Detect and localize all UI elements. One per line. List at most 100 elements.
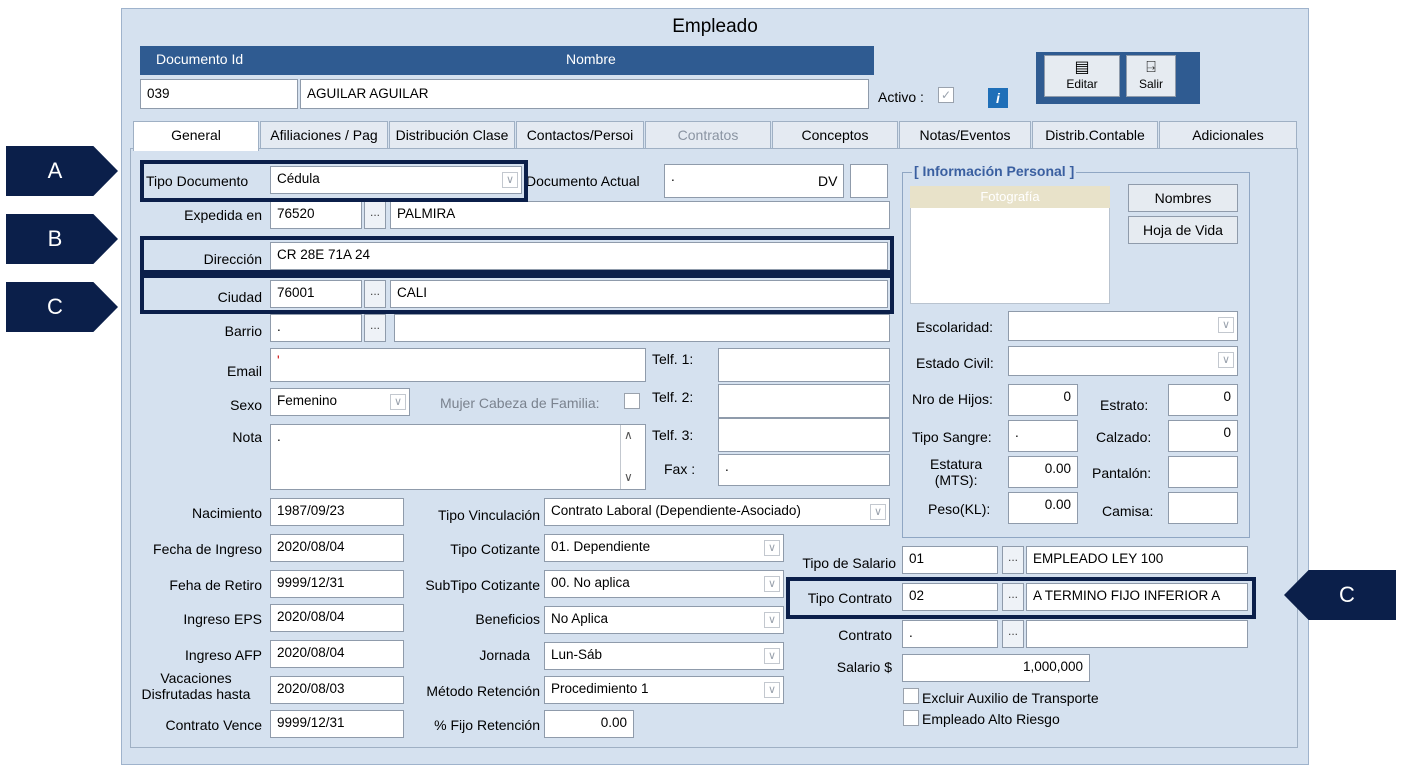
peso-field[interactable]: 0.00 (1008, 492, 1078, 524)
name-field[interactable]: AGUILAR AGUILAR (300, 79, 869, 109)
excluir-auxilio-label: Excluir Auxilio de Transporte (922, 690, 1099, 706)
barrio-name-field[interactable] (394, 314, 890, 342)
tipo-salario-lookup-button[interactable]: ... (1002, 546, 1024, 574)
nacimiento-field[interactable]: 1987/09/23 (270, 498, 404, 526)
nacimiento-label: Nacimiento (191, 505, 262, 521)
contrato-name[interactable] (1026, 620, 1248, 648)
contrato-vence-label: Contrato Vence (165, 717, 262, 733)
tab-general[interactable]: General (133, 121, 259, 151)
ingreso-eps-field[interactable]: 2020/08/04 (270, 604, 404, 632)
tab-contactos[interactable]: Contactos/Persoi (516, 121, 644, 149)
tipo-cotizante-select[interactable]: 01. Dependiente ∨ (544, 534, 784, 562)
callout-c-left: C (6, 282, 118, 332)
metodo-retencion-label: Método Retención (426, 683, 540, 699)
excluir-auxilio-checkbox[interactable] (903, 688, 919, 704)
exit-button[interactable]: ⍈ Salir (1126, 55, 1176, 97)
nota-label: Nota (232, 429, 262, 445)
nro-hijos-field[interactable]: 0 (1008, 384, 1078, 416)
fecha-ingreso-field[interactable]: 2020/08/04 (270, 534, 404, 562)
sexo-select[interactable]: Femenino ∨ (270, 388, 410, 416)
contrato-lookup-button[interactable]: ... (1002, 620, 1024, 648)
ingreso-eps-label: Ingreso EPS (183, 611, 262, 627)
callout-b: B (6, 214, 118, 264)
tab-afiliaciones[interactable]: Afiliaciones / Pag (260, 121, 388, 149)
highlight-tipo-contrato (786, 577, 1256, 619)
dv-field[interactable] (850, 164, 888, 198)
vacaciones-label-line2: Disfrutadas hasta (141, 686, 251, 702)
edit-button-label: Editar (1066, 77, 1098, 91)
tipo-vinculacion-select[interactable]: Contrato Laboral (Dependiente-Asociado) ∨ (544, 498, 890, 526)
estrato-field[interactable]: 0 (1168, 384, 1238, 416)
barrio-lookup-button[interactable]: ... (364, 314, 386, 342)
tipo-cotizante-value: 01. Dependiente (551, 539, 651, 554)
fax-field[interactable]: . (718, 454, 890, 486)
info-icon[interactable]: i (988, 88, 1008, 108)
escolaridad-select[interactable]: ∨ (1008, 311, 1238, 341)
barrio-code-field[interactable]: . (270, 314, 362, 342)
chevron-down-icon[interactable]: ∨ (390, 394, 406, 410)
expedida-code-field[interactable]: 76520 (270, 201, 362, 229)
salario-field[interactable]: 1,000,000 (902, 654, 1090, 682)
telf3-field[interactable] (718, 418, 890, 452)
tipo-salario-name[interactable]: EMPLEADO LEY 100 (1026, 546, 1248, 574)
chevron-down-icon[interactable]: ∨ (624, 470, 633, 484)
chevron-down-icon[interactable]: ∨ (764, 648, 780, 664)
subtipo-cotizante-select[interactable]: 00. No aplica ∨ (544, 570, 784, 598)
tab-distribucion-clase[interactable]: Distribución Clase (389, 121, 515, 149)
pantalon-field[interactable] (1168, 456, 1238, 488)
chevron-up-icon[interactable]: ∧ (624, 428, 633, 442)
nombres-button[interactable]: Nombres (1128, 184, 1238, 212)
header-bar (140, 46, 874, 75)
jornada-select[interactable]: Lun-Sáb ∨ (544, 642, 784, 670)
name-header: Nombre (566, 51, 616, 67)
expedida-name-field[interactable]: PALMIRA (390, 201, 890, 229)
doc-id-field[interactable]: 039 (140, 79, 298, 109)
telf1-field[interactable] (718, 348, 890, 382)
email-label: Email (226, 363, 262, 379)
mujer-cabeza-checkbox[interactable] (624, 393, 640, 409)
tab-distrib-contable[interactable]: Distrib.Contable (1032, 121, 1158, 149)
highlight-ciudad (140, 274, 894, 314)
jornada-label: Jornada (479, 647, 530, 663)
expedida-lookup-button[interactable]: ... (364, 201, 386, 229)
telf2-field[interactable] (718, 384, 890, 418)
hoja-vida-button[interactable]: Hoja de Vida (1128, 216, 1238, 244)
alto-riesgo-checkbox[interactable] (903, 710, 919, 726)
edit-button[interactable]: ▤ Editar (1044, 55, 1120, 97)
chevron-down-icon[interactable]: ∨ (1218, 317, 1234, 333)
chevron-down-icon[interactable]: ∨ (1218, 352, 1234, 368)
escolaridad-label: Escolaridad: (916, 319, 994, 335)
email-field[interactable]: ' (270, 348, 646, 382)
tab-contratos[interactable]: Contratos (645, 121, 771, 149)
chevron-down-icon[interactable]: ∨ (764, 612, 780, 628)
nota-textarea[interactable]: . (270, 424, 646, 490)
tab-conceptos[interactable]: Conceptos (772, 121, 898, 149)
chevron-down-icon[interactable]: ∨ (764, 540, 780, 556)
documento-actual-field[interactable]: . (664, 164, 844, 198)
chevron-down-icon[interactable]: ∨ (870, 504, 886, 520)
estatura-field[interactable]: 0.00 (1008, 456, 1078, 488)
beneficios-select[interactable]: No Aplica ∨ (544, 606, 784, 634)
tipo-sangre-field[interactable]: . (1008, 420, 1078, 452)
tab-adicionales[interactable]: Adicionales (1159, 121, 1297, 149)
sexo-value: Femenino (277, 393, 338, 408)
subtipo-cotizante-value: 00. No aplica (551, 575, 630, 590)
ingreso-afp-field[interactable]: 2020/08/04 (270, 640, 404, 668)
active-checkbox[interactable]: ✓ (938, 87, 954, 103)
vacaciones-field[interactable]: 2020/08/03 (270, 676, 404, 704)
metodo-retencion-select[interactable]: Procedimiento 1 ∨ (544, 676, 784, 704)
chevron-down-icon[interactable]: ∨ (764, 682, 780, 698)
fijo-retencion-field[interactable]: 0.00 (544, 710, 634, 738)
estado-civil-select[interactable]: ∨ (1008, 346, 1238, 376)
contrato-code[interactable]: . (902, 620, 998, 648)
peso-label: Peso(KL): (928, 501, 991, 517)
fecha-retiro-field[interactable]: 9999/12/31 (270, 570, 404, 598)
estatura-label-line1: Estatura (930, 456, 983, 472)
contrato-vence-field[interactable]: 9999/12/31 (270, 710, 404, 738)
tipo-salario-code[interactable]: 01 (902, 546, 998, 574)
camisa-field[interactable] (1168, 492, 1238, 524)
chevron-down-icon[interactable]: ∨ (764, 576, 780, 592)
calzado-field[interactable]: 0 (1168, 420, 1238, 452)
tab-notas-eventos[interactable]: Notas/Eventos (899, 121, 1031, 149)
estado-civil-label: Estado Civil: (916, 355, 994, 371)
